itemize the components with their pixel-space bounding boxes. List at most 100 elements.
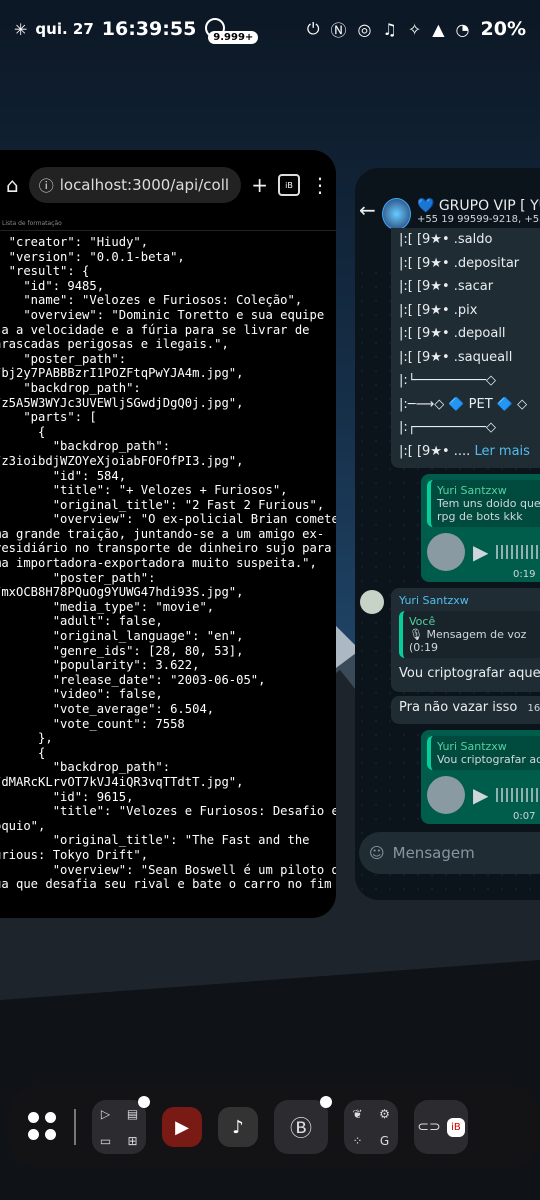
quote-text: Tem uns doido que f rpg de bots kkk: [437, 497, 540, 523]
app-folder[interactable]: ▷ ▤ ▭ ⊞: [92, 1096, 150, 1154]
recents-dock: ▷ ▤ ▭ ⊞ ▶ ♪ Ⓑ ❦ ⚙ ⁘ G ⊂⊃ iB: [8, 1086, 540, 1168]
battery-icon: ◔: [455, 19, 470, 39]
menu-line: |:[ [9★• .saldo: [399, 232, 493, 247]
json-line: /z5A5W3WYJc3UVEWljSGwdjDgQ0j.jpg",: [0, 395, 244, 410]
voice-message-bubble[interactable]: Yuri Santzxw Tem uns doido que f rpg de …: [421, 474, 540, 582]
home-icon[interactable]: ⌂: [6, 173, 19, 197]
status-bar: ✳ qui. 27 16:39:55 9.999+ ⏻ Ⓝ ◎ ♫ ✧ ▲ ◔ …: [0, 0, 540, 58]
read-more-link[interactable]: Ler mais: [474, 444, 530, 459]
json-line: /mxOCB8H78PQuOg9YUWG47hdi93S.jpg",: [0, 585, 244, 600]
status-time: 16:39:55: [101, 18, 197, 40]
menu-line: |:[ [9★• .saqueall: [399, 349, 513, 365]
battery-percent: 20%: [480, 18, 526, 40]
back-arrow-icon[interactable]: ←: [359, 198, 376, 222]
music-app-icon[interactable]: ♪: [218, 1107, 258, 1147]
emoji-icon[interactable]: ☺: [369, 844, 385, 862]
json-line: "poster_path":: [23, 351, 127, 366]
user-avatar[interactable]: [360, 590, 384, 614]
url-text: localhost:3000/api/coll: [59, 176, 230, 194]
json-line: "vote_count": 7558: [52, 716, 185, 731]
url-bar[interactable]: ⓘ localhost:3000/api/coll: [28, 167, 242, 203]
notification-count-badge: 9.999+: [208, 31, 259, 44]
ib-app-icon[interactable]: iB: [447, 1117, 465, 1137]
voice-duration: 0:07: [513, 811, 536, 822]
json-line: /z3ioibdjWZOYeXjoiabFOFOfPI3.jpg",: [0, 453, 244, 468]
info-icon[interactable]: ⓘ: [39, 175, 54, 196]
cat-app-icon[interactable]: ❦: [352, 1107, 362, 1121]
json-line: "popularity": 3.622,: [52, 658, 200, 673]
quoted-message[interactable]: Yuri Santzxw Tem uns doido que f rpg de …: [427, 480, 540, 527]
vpn-icon: ◎: [357, 19, 372, 39]
files-icon[interactable]: ▤: [127, 1107, 138, 1121]
browser-app-shortcut[interactable]: Ⓑ: [274, 1096, 332, 1154]
group-avatar[interactable]: [381, 198, 411, 230]
link-app-icon[interactable]: ⊂⊃: [417, 1119, 440, 1135]
json-line: "id": 584,: [52, 468, 127, 483]
app-folder[interactable]: ❦ ⚙ ⁘ G: [344, 1100, 398, 1154]
whatsapp-app-card[interactable]: ← 💙 GRUPO VIP [ YU +55 19 99599-9218, +5…: [355, 168, 540, 900]
browser-app-card[interactable]: ⌂ ⓘ localhost:3000/api/coll + iB ⋮ Lista…: [0, 150, 336, 918]
browser-b-icon[interactable]: Ⓑ: [290, 1111, 312, 1143]
json-line: "title": "Velozes e Furiosos: Desafio em: [52, 804, 336, 819]
terminal-icon[interactable]: ▭: [100, 1134, 111, 1148]
grid-app-icon[interactable]: ⊞: [127, 1134, 137, 1148]
json-line: "overview": "O ex-policial Brian comete: [52, 512, 336, 527]
json-line: "video": false,: [52, 687, 163, 702]
quote-author: Yuri Santzxw: [437, 740, 507, 753]
bookmark-bar[interactable]: Lista de formatação: [0, 220, 336, 231]
json-line: "original_title": "The Fast and the: [52, 833, 310, 848]
menu-line: |:└─────────◇: [399, 373, 497, 388]
group-title[interactable]: 💙 GRUPO VIP [ YU: [417, 198, 540, 214]
json-line: "parts": [: [23, 410, 97, 425]
play-store-icon[interactable]: ▷: [101, 1107, 110, 1121]
sender-avatar: [427, 776, 465, 814]
power-icon: ⏻: [306, 19, 320, 38]
json-line: "vote_average": 6.504,: [52, 702, 215, 716]
quoted-message[interactable]: Yuri Santzxw Vou criptografar aqu: [427, 736, 540, 770]
json-line: óquio",: [0, 818, 46, 833]
menu-line: |:[ [9★• .... Ler mais: [399, 444, 540, 468]
message-text: Pra não vazar isso: [399, 700, 518, 715]
menu-line-text: |:[ [9★• ....: [399, 443, 475, 459]
menu-line: |:┌─────────◇: [399, 420, 497, 435]
app-folder[interactable]: ⊂⊃ iB: [414, 1100, 468, 1154]
json-line: "overview": "Sean Boswell é um piloto de: [52, 862, 336, 877]
menu-line: |:[ [9★• .depositar: [399, 255, 520, 271]
quote-author: Você: [409, 615, 436, 628]
apps-grid-icon[interactable]: [28, 1112, 58, 1142]
plus-icon[interactable]: +: [251, 173, 268, 197]
sound-icon: ♫: [382, 19, 397, 39]
json-line: "title": "+ Velozes + Furiosos",: [52, 483, 288, 498]
quoted-message[interactable]: Você 🎙 Mensagem de voz (0:19: [399, 611, 540, 658]
quote-text: 🎙 Mensagem de voz (0:19: [409, 628, 527, 654]
video-app-icon[interactable]: ▶: [162, 1107, 202, 1147]
message-input[interactable]: ☺ Mensagem: [359, 832, 540, 874]
audio-waveform[interactable]: [496, 545, 540, 559]
dots-app-icon[interactable]: ⁘: [352, 1134, 362, 1148]
json-line: "result": {: [8, 264, 90, 279]
json-line: },: [38, 731, 53, 746]
tabs-icon[interactable]: iB: [278, 174, 300, 196]
settings-app-icon[interactable]: ⚙: [379, 1107, 390, 1121]
incoming-message-bubble[interactable]: Yuri Santzxw Você 🎙 Mensagem de voz (0:1…: [391, 588, 540, 692]
json-line: "backdrop_path":: [52, 760, 171, 775]
voice-message-bubble[interactable]: Yuri Santzxw Vou criptografar aqu ▶ 0:07: [421, 730, 540, 824]
play-icon[interactable]: ▶: [473, 540, 488, 564]
status-date: qui. 27: [35, 20, 94, 38]
play-icon[interactable]: ▶: [473, 783, 488, 807]
json-line: "version": "0.0.1-beta",: [8, 249, 185, 264]
incoming-message-bubble[interactable]: Pra não vazar isso 16:39: [391, 696, 540, 724]
nfc-icon: Ⓝ: [330, 21, 347, 40]
json-line: residiário no transporte de dinheiro suj…: [0, 541, 332, 556]
audio-waveform[interactable]: [496, 788, 540, 802]
json-line: "id": 9485,: [23, 278, 105, 293]
json-line: sa a velocidade e a fúria para se livrar…: [0, 322, 310, 337]
message-author: Yuri Santzxw: [399, 594, 469, 607]
json-line: "backdrop_path":: [23, 380, 141, 395]
signal-icon: ▲: [432, 19, 445, 39]
browser-toolbar: ⌂ ⓘ localhost:3000/api/coll + iB ⋮: [0, 150, 336, 220]
more-icon[interactable]: ⋮: [310, 173, 330, 197]
menu-message-bubble: |:[ [9★• .saldo |:[ [9★• .depositar |:[ …: [391, 228, 540, 468]
json-line: "release_date": "2003-06-05",: [52, 672, 266, 687]
google-icon[interactable]: G: [380, 1134, 389, 1148]
